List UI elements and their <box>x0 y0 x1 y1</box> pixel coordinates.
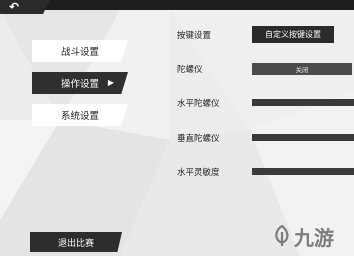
key-settings-label: 按键设置 <box>177 31 212 41</box>
sidebar-item-label: 操作设置 <box>60 79 99 90</box>
gyroscope-value: 关闭 <box>295 66 309 74</box>
exit-match-button[interactable]: 退出比赛 <box>30 232 122 252</box>
triangle-right-icon: ▶ <box>107 78 114 87</box>
sidebar-item-control-settings[interactable]: 操作设置 ▶ <box>32 72 128 94</box>
back-arrow-icon: ↶ <box>8 0 20 14</box>
watermark: 九游 <box>272 222 334 250</box>
gyroscope-label: 陀螺仪 <box>177 65 203 75</box>
watermark-text: 九游 <box>294 225 334 250</box>
sidebar-item-label: 战斗设置 <box>60 47 99 58</box>
custom-key-settings-label: 自定义按键设置 <box>265 30 321 39</box>
vertical-gyro-label: 垂直陀螺仪 <box>177 134 220 144</box>
horizontal-gyro-label: 水平陀螺仪 <box>177 99 220 109</box>
sidebar-item-system-settings[interactable]: 系统设置 <box>32 104 128 126</box>
back-button[interactable]: ↶ <box>0 0 50 14</box>
horizontal-gyro-slider[interactable] <box>252 99 354 106</box>
exit-match-label: 退出比赛 <box>57 238 94 249</box>
top-bar <box>0 0 354 10</box>
horizontal-sensitivity-label: 水平灵敏度 <box>177 168 220 178</box>
sidebar-item-label: 系统设置 <box>60 111 99 122</box>
vertical-gyro-slider[interactable] <box>252 134 354 141</box>
sidebar-item-combat-settings[interactable]: 战斗设置 <box>32 40 128 62</box>
horizontal-sensitivity-slider[interactable] <box>252 168 354 175</box>
custom-key-settings-button[interactable]: 自定义按键设置 <box>252 26 334 43</box>
gyroscope-toggle[interactable]: 关闭 <box>252 63 352 75</box>
jiuyou-logo-icon <box>275 224 289 246</box>
